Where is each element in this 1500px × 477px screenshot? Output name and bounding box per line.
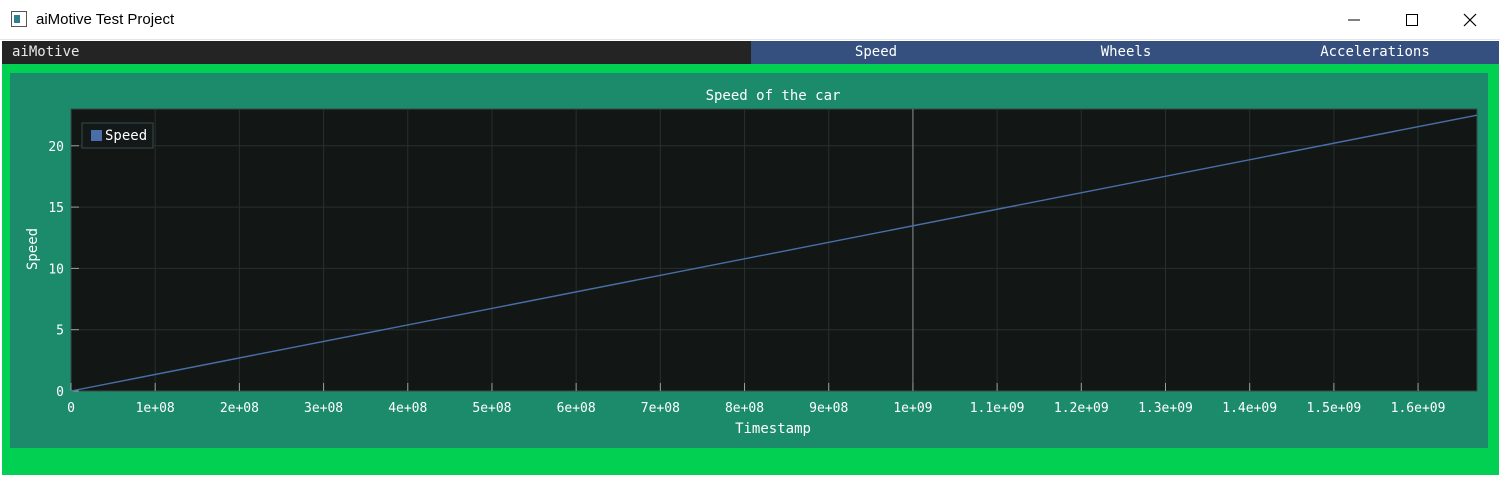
minimize-icon — [1348, 19, 1360, 21]
y-tick-label: 5 — [56, 324, 64, 339]
y-tick-label: 15 — [48, 201, 64, 216]
chart-panel: Speed of the car 0 1e+08 2e+08 3e+08 4e+08 5e… — [10, 73, 1488, 448]
y-tick-label: 0 — [56, 385, 64, 400]
x-tick-label: 1.3e+09 — [1138, 401, 1193, 416]
tab-speed[interactable]: Speed — [751, 41, 1001, 64]
speed-chart[interactable]: Speed of the car 0 1e+08 2e+08 3e+08 4e+08 5e… — [10, 73, 1488, 448]
x-tick-label: 5e+08 — [472, 401, 511, 416]
maximize-button[interactable] — [1383, 0, 1441, 40]
x-tick-label: 1.1e+09 — [970, 401, 1025, 416]
x-tick-label: 1.4e+09 — [1222, 401, 1277, 416]
chart-title: Speed of the car — [706, 88, 841, 104]
plot-area — [70, 108, 1478, 392]
x-tick-label: 2e+08 — [220, 401, 259, 416]
x-tick-label: 7e+08 — [641, 401, 680, 416]
title-bar: aiMotive Test Project — [0, 0, 1500, 40]
app-window-icon — [11, 11, 27, 27]
x-tick-label: 1e+08 — [136, 401, 175, 416]
x-tick-label: 1.2e+09 — [1054, 401, 1109, 416]
y-tick-label: 10 — [48, 262, 64, 277]
minimize-button[interactable] — [1325, 0, 1383, 40]
x-tick-label: 6e+08 — [557, 401, 596, 416]
x-axis-label: Timestamp — [735, 421, 811, 437]
x-tick-label: 0 — [67, 401, 75, 416]
x-tick-label: 4e+08 — [388, 401, 427, 416]
window-title: aiMotive Test Project — [36, 11, 175, 28]
y-axis-label: Speed — [25, 228, 41, 270]
close-button[interactable] — [1441, 0, 1499, 40]
x-tick-label: 9e+08 — [809, 401, 848, 416]
app-name-label: aiMotive — [12, 44, 80, 60]
legend: Speed — [81, 122, 154, 149]
y-tick-label: 20 — [48, 140, 64, 155]
menu-bar: aiMotive Speed Wheels Accelerations — [2, 41, 1499, 64]
x-tick-label: 3e+08 — [304, 401, 343, 416]
tab-wheels[interactable]: Wheels — [1001, 41, 1251, 64]
maximize-icon — [1406, 14, 1418, 26]
tab-accelerations[interactable]: Accelerations — [1251, 41, 1499, 64]
x-tick-label: 1e+09 — [893, 401, 932, 416]
x-tick-label: 1.5e+09 — [1306, 401, 1361, 416]
legend-label-speed: Speed — [105, 128, 147, 144]
menu-left: aiMotive — [2, 41, 751, 64]
close-icon — [1463, 13, 1477, 27]
legend-swatch-speed — [91, 130, 102, 141]
x-tick-label: 8e+08 — [725, 401, 764, 416]
x-tick-label: 1.6e+09 — [1391, 401, 1446, 416]
